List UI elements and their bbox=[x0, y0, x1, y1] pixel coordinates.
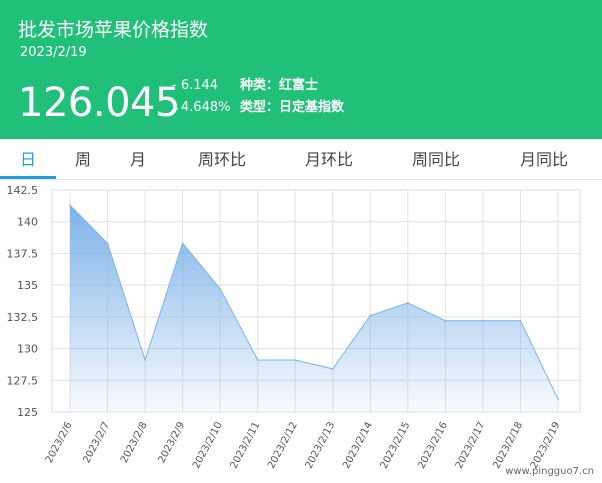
tab-month[interactable]: 月 bbox=[130, 150, 146, 170]
x-tick-label: 2023/2/18 bbox=[491, 420, 525, 470]
data-point[interactable] bbox=[219, 288, 221, 290]
date-label: 2023/2/19 bbox=[20, 45, 87, 60]
x-tick-label: 2023/2/16 bbox=[416, 420, 450, 470]
x-tick-label: 2023/2/19 bbox=[529, 420, 563, 470]
x-tick-label: 2023/2/10 bbox=[191, 420, 225, 470]
variety-label: 种类：红富士 bbox=[240, 78, 319, 93]
tab-week-over-week[interactable]: 周环比 bbox=[198, 150, 246, 170]
x-tick-label: 2023/2/15 bbox=[379, 420, 413, 470]
data-point[interactable] bbox=[144, 359, 146, 361]
data-point[interactable] bbox=[331, 368, 334, 370]
x-tick-label: 2023/2/7 bbox=[81, 420, 112, 465]
period-tabs: 日 周 月 周环比 月环比 周同比 月同比 bbox=[0, 139, 602, 180]
x-tick-label: 2023/2/9 bbox=[156, 420, 187, 465]
tab-month-over-month[interactable]: 月环比 bbox=[305, 150, 353, 170]
data-point[interactable] bbox=[407, 302, 409, 304]
tab-day[interactable]: 日 bbox=[20, 150, 36, 170]
data-point[interactable] bbox=[69, 204, 71, 207]
y-tick-label: 132.5 bbox=[7, 311, 39, 324]
page-title: 批发市场苹果价格指数 bbox=[18, 19, 209, 41]
data-point[interactable] bbox=[482, 319, 484, 322]
x-tick-label: 2023/2/6 bbox=[44, 420, 75, 465]
header-panel: 批发市场苹果价格指数 2023/2/19 126.045 - 6.144 ↓4.… bbox=[0, 0, 602, 139]
x-tick-label: 2023/2/13 bbox=[304, 420, 338, 470]
change-percent: ↓4.648% bbox=[170, 100, 231, 115]
series-area bbox=[70, 205, 558, 412]
watermark: www.pingguo7.cn bbox=[505, 466, 594, 477]
y-tick-label: 142.5 bbox=[7, 184, 39, 197]
y-tick-label: 130 bbox=[17, 343, 38, 356]
change-value: - 6.144 bbox=[172, 78, 219, 93]
tab-month-year-over-year[interactable]: 月同比 bbox=[520, 150, 568, 170]
index-type-label: 类型：日定基指数 bbox=[240, 100, 345, 115]
y-tick-label: 127.5 bbox=[7, 374, 39, 387]
price-index-chart: 142.5 140 137.5 135 132.5 130 127.5 125 2023/2/6… bbox=[7, 184, 581, 471]
tab-week-year-over-year[interactable]: 周同比 bbox=[412, 150, 460, 170]
price-value: 126.045 bbox=[18, 80, 180, 126]
data-point[interactable] bbox=[106, 242, 109, 245]
y-tick-label: 125 bbox=[17, 406, 38, 419]
x-tick-label: 2023/2/11 bbox=[229, 420, 263, 470]
x-tick-label: 2023/2/8 bbox=[119, 420, 150, 465]
data-point[interactable] bbox=[557, 398, 559, 401]
x-tick-label: 2023/2/12 bbox=[266, 420, 300, 470]
active-tab-indicator bbox=[0, 176, 56, 179]
y-tick-label: 137.5 bbox=[7, 247, 39, 260]
data-point[interactable] bbox=[294, 359, 297, 361]
y-tick-label: 140 bbox=[17, 216, 38, 229]
y-tick-label: 135 bbox=[17, 279, 38, 292]
x-tick-label: 2023/2/17 bbox=[454, 420, 488, 470]
data-point[interactable] bbox=[519, 319, 522, 322]
tab-week[interactable]: 周 bbox=[75, 150, 91, 170]
data-point[interactable] bbox=[181, 242, 184, 245]
data-point[interactable] bbox=[444, 319, 447, 322]
x-tick-label: 2023/2/14 bbox=[341, 420, 375, 470]
data-point[interactable] bbox=[256, 359, 259, 361]
data-point[interactable] bbox=[369, 314, 372, 317]
